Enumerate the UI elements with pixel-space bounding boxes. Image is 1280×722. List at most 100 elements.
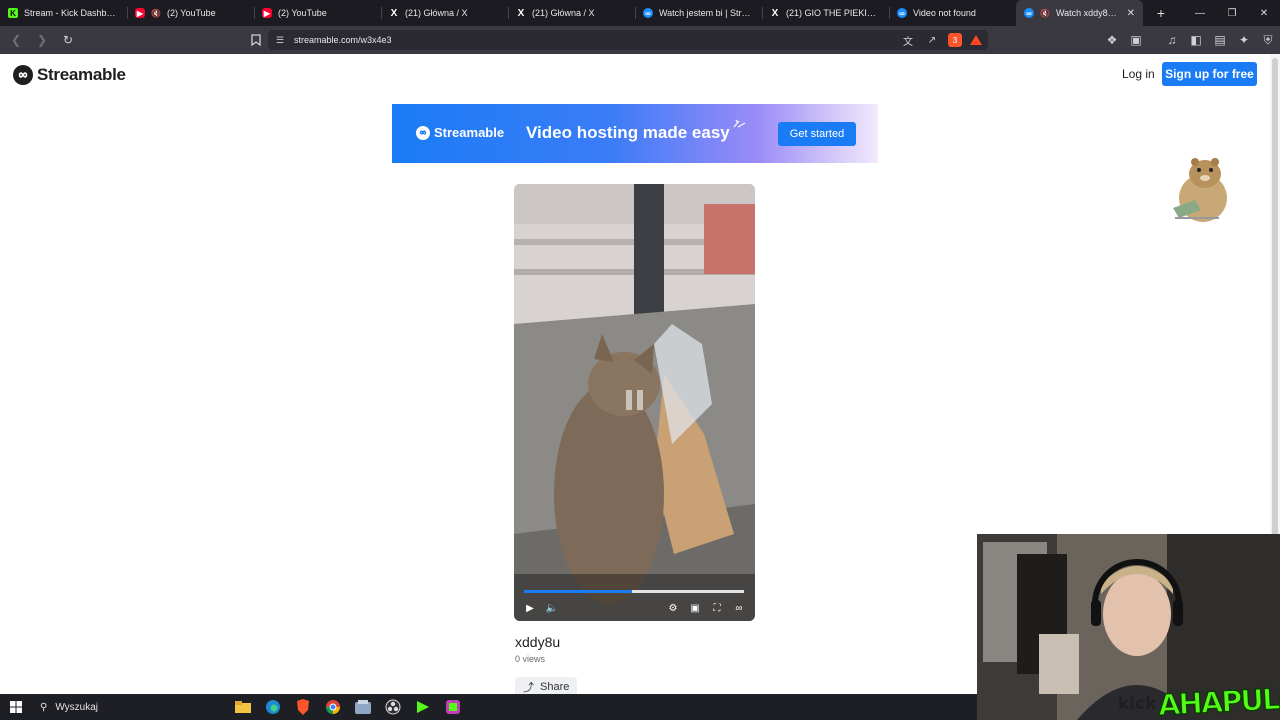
translate-icon[interactable]: 文 xyxy=(900,32,916,48)
promo-banner[interactable]: Streamable Video hosting made easy Get s… xyxy=(392,104,878,163)
extensions-icon[interactable]: ❖ xyxy=(1104,32,1120,48)
close-tab-icon[interactable]: ✕ xyxy=(1127,8,1135,19)
tab-label: Watch jestem bi | Streamable xyxy=(659,8,754,18)
browser-tab[interactable]: ∞ Watch jestem bi | Streamable xyxy=(635,0,762,26)
tab-label: Video not found xyxy=(913,8,976,18)
streamable-logo-icon xyxy=(416,125,430,140)
youtube-icon: ▶ xyxy=(262,8,272,18)
brave-rewards-icon[interactable] xyxy=(970,35,982,45)
get-started-button[interactable]: Get started xyxy=(778,122,856,146)
video-progress-bar[interactable] xyxy=(524,590,744,593)
streamable-icon: ∞ xyxy=(897,8,907,18)
start-button[interactable] xyxy=(0,694,32,720)
kick-icon: K xyxy=(8,8,18,18)
share-icon: ⤴ xyxy=(523,682,534,694)
sparkle-icon xyxy=(733,119,746,128)
streamable-icon: ∞ xyxy=(643,8,653,18)
tab-label: Watch xddy8u | Streamable xyxy=(1055,8,1121,18)
streamdeck-icon[interactable] xyxy=(442,696,464,718)
wallet-card-icon[interactable]: ▤ xyxy=(1212,32,1228,48)
taskbar-search[interactable]: ⚲ Wyszukaj xyxy=(32,696,222,718)
chrome-icon[interactable] xyxy=(322,696,344,718)
browser-tab[interactable]: ∞ 🔇 Watch xddy8u | Streamable ✕ xyxy=(1016,0,1143,26)
kick-logo-text: kick xyxy=(1118,694,1157,714)
address-bar[interactable]: ☰ streamable.com/w3x4e3 文 ↗ 3 xyxy=(268,30,988,50)
reload-icon[interactable]: ↻ xyxy=(60,32,76,48)
window-controls: — ❐ ✕ xyxy=(1184,0,1280,26)
signup-button[interactable]: Sign up for free xyxy=(1162,62,1257,86)
muted-audio-icon[interactable]: 🔇 xyxy=(151,9,161,18)
browser-extensions: ❖ ▣ ♫ ◧ ▤ ✦ ⛨ ☰ xyxy=(1104,32,1280,48)
wallet-icon[interactable]: ▣ xyxy=(1128,32,1144,48)
video-title: xddy8u xyxy=(515,634,561,650)
muted-audio-icon[interactable]: 🔇 xyxy=(1040,9,1050,18)
hamster-sticker-image xyxy=(1173,158,1227,222)
video-player[interactable]: ▶ 🔈 ⚙ ▣ ⛶ ∞ xyxy=(514,184,755,621)
banner-tagline: Video hosting made easy xyxy=(526,123,730,142)
x-icon: X xyxy=(390,7,398,19)
youtube-icon: ▶ xyxy=(135,8,145,18)
leo-ai-icon[interactable]: ✦ xyxy=(1236,32,1252,48)
obs-icon[interactable] xyxy=(382,696,404,718)
windows-taskbar: ⚲ Wyszukaj xyxy=(0,694,977,720)
x-icon: X xyxy=(517,7,525,19)
scrollbar-thumb[interactable] xyxy=(1272,58,1278,538)
share-button[interactable]: ⤴ Share xyxy=(515,677,577,694)
new-tab-button[interactable]: + xyxy=(1151,5,1171,21)
browser-tab[interactable]: K Stream - Kick Dashboard xyxy=(0,0,127,26)
streamable-icon: ∞ xyxy=(1024,8,1034,18)
edge-icon[interactable] xyxy=(262,696,284,718)
x-icon: X xyxy=(771,7,779,19)
brave-shields-icon[interactable]: 3 xyxy=(948,33,962,47)
tab-label: (2) YouTube xyxy=(166,8,216,18)
file-explorer-icon[interactable] xyxy=(232,696,254,718)
browser-tab[interactable]: ▶ (2) YouTube xyxy=(254,0,381,26)
streamable-watermark-icon[interactable]: ∞ xyxy=(733,602,745,614)
video-progress-fill xyxy=(524,590,632,593)
browser-tab[interactable]: X (21) Główna / X xyxy=(381,0,508,26)
browser-tab[interactable]: X (21) Główna / X xyxy=(508,0,635,26)
site-info-icon[interactable]: ☰ xyxy=(274,32,286,48)
app-icon[interactable] xyxy=(352,696,374,718)
close-window-button[interactable]: ✕ xyxy=(1248,0,1280,26)
brave-icon[interactable] xyxy=(292,696,314,718)
browser-tab[interactable]: ∞ Video not found xyxy=(889,0,1016,26)
search-placeholder: Wyszukaj xyxy=(55,701,99,713)
minimize-button[interactable]: — xyxy=(1184,0,1216,26)
browser-tab-strip: K Stream - Kick Dashboard ▶ 🔇 (2) YouTube ▶ (2… xyxy=(0,0,1280,26)
share-label: Share xyxy=(540,681,570,693)
taskbar-pinned-apps xyxy=(232,696,464,718)
browser-tab[interactable]: X (21) GIO THE PIEKIELNIK w xyxy=(762,0,889,26)
bookmark-icon[interactable] xyxy=(248,32,264,48)
kick-app-icon[interactable] xyxy=(412,696,434,718)
video-controls: ▶ 🔈 ⚙ ▣ ⛶ ∞ xyxy=(514,598,755,618)
tab-label: Stream - Kick Dashboard xyxy=(24,8,119,18)
settings-icon[interactable]: ⚙ xyxy=(667,602,679,614)
back-icon[interactable]: ❮ xyxy=(8,32,24,48)
url-text[interactable]: streamable.com/w3x4e3 xyxy=(294,35,892,45)
play-icon[interactable]: ▶ xyxy=(524,602,536,614)
vpn-shield-icon[interactable]: ⛨ xyxy=(1260,32,1276,48)
pause-overlay-icon[interactable] xyxy=(623,390,645,412)
browser-tab[interactable]: ▶ 🔇 (2) YouTube xyxy=(127,0,254,26)
tab-label: (21) Główna / X xyxy=(532,8,595,18)
picture-in-picture-icon[interactable]: ▣ xyxy=(689,602,701,614)
tab-label: (21) Główna / X xyxy=(405,8,468,18)
share-page-icon[interactable]: ↗ xyxy=(924,32,940,48)
site-logo[interactable]: Streamable xyxy=(13,65,126,85)
sidebar-icon[interactable]: ◧ xyxy=(1188,32,1204,48)
restore-button[interactable]: ❐ xyxy=(1216,0,1248,26)
search-icon: ⚲ xyxy=(40,701,48,713)
streamable-logo-icon xyxy=(13,65,33,85)
media-icon[interactable]: ♫ xyxy=(1164,32,1180,48)
banner-logo: Streamable xyxy=(416,125,504,140)
brand-name: Streamable xyxy=(37,65,126,84)
tab-label: (2) YouTube xyxy=(278,8,327,18)
forward-icon[interactable]: ❯ xyxy=(34,32,50,48)
banner-brand: Streamable xyxy=(434,125,505,140)
fullscreen-icon[interactable]: ⛶ xyxy=(711,602,723,614)
windows-icon xyxy=(10,701,22,713)
volume-icon[interactable]: 🔈 xyxy=(546,602,558,614)
shield-count: 3 xyxy=(952,35,958,45)
login-link[interactable]: Log in xyxy=(1122,67,1155,81)
